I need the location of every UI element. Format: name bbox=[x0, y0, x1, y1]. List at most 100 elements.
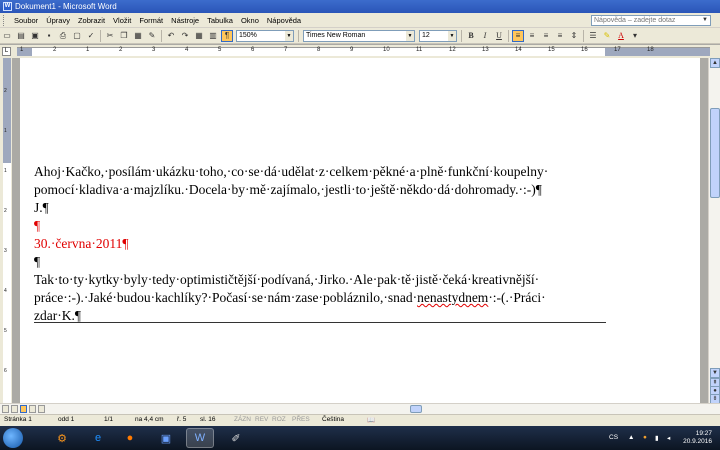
clock-time: 19:27 bbox=[695, 430, 712, 437]
menu-view[interactable]: Zobrazit bbox=[74, 16, 109, 25]
align-left-icon[interactable]: ≡ bbox=[512, 29, 524, 42]
toolbar-options-icon[interactable]: ▾ bbox=[629, 30, 641, 42]
normal-view-icon[interactable] bbox=[2, 405, 9, 413]
zoom-select[interactable]: 150% ▼ bbox=[236, 29, 294, 42]
web-layout-view-icon[interactable] bbox=[11, 405, 18, 413]
title-bar: W Dokument1 - Microsoft Word bbox=[0, 0, 720, 13]
new-document-icon[interactable]: ▭ bbox=[1, 30, 13, 42]
menu-table[interactable]: Tabulka bbox=[203, 16, 237, 25]
menu-window[interactable]: Okno bbox=[237, 16, 263, 25]
paint-icon[interactable]: ✐ bbox=[222, 428, 250, 448]
toolbar-separator bbox=[508, 29, 509, 42]
chevron-down-icon[interactable]: ▼ bbox=[285, 30, 293, 41]
status-overtype[interactable]: PŘES bbox=[292, 416, 310, 423]
tray-network-icon[interactable]: ▮ bbox=[655, 434, 659, 442]
settings-gear-icon[interactable]: ⚙ bbox=[48, 428, 76, 448]
status-track-changes[interactable]: REV bbox=[255, 416, 268, 423]
print-preview-icon[interactable]: ▢ bbox=[71, 30, 83, 42]
numbering-icon[interactable]: ☰ bbox=[587, 30, 599, 42]
justify-icon[interactable]: ≡ bbox=[554, 30, 566, 42]
clock-date: 20.9.2016 bbox=[683, 438, 712, 445]
columns-icon[interactable]: ▥ bbox=[207, 30, 219, 42]
document-line[interactable]: ¶ bbox=[34, 217, 604, 235]
underline-button[interactable]: U bbox=[493, 30, 505, 42]
menu-tools[interactable]: Nástroje bbox=[167, 16, 203, 25]
insert-table-icon[interactable]: ▦ bbox=[193, 30, 205, 42]
cut-icon[interactable]: ✂ bbox=[104, 30, 116, 42]
spelling-status-icon[interactable]: 📖 bbox=[367, 416, 375, 424]
vruler-mark: 2 bbox=[4, 88, 7, 94]
line-spacing-icon[interactable]: ⇕ bbox=[568, 30, 580, 42]
highlight-icon[interactable]: ✎ bbox=[601, 30, 613, 42]
firefox-icon[interactable]: ● bbox=[116, 428, 144, 448]
misspelled-word[interactable]: nenastydnem bbox=[417, 290, 488, 305]
document-line[interactable]: 30.·června·2011¶ bbox=[34, 235, 604, 253]
format-painter-icon[interactable]: ✎ bbox=[146, 30, 158, 42]
document-line[interactable]: práce·:-).·Jaké·budou·kachlíky?·Počasí·s… bbox=[34, 289, 604, 307]
help-search-input[interactable]: Nápověda – zadejte dotaz ▼ bbox=[591, 15, 711, 26]
menu-grip[interactable] bbox=[3, 14, 7, 26]
tray-volume-icon[interactable]: ◂ bbox=[667, 434, 670, 442]
horizontal-scroll-thumb[interactable] bbox=[410, 405, 422, 413]
help-search-placeholder: Nápověda – zadejte dotaz bbox=[594, 17, 676, 24]
save-icon[interactable]: ▣ bbox=[29, 30, 41, 42]
undo-icon[interactable]: ↶ bbox=[165, 30, 177, 42]
status-record[interactable]: ZÁZN bbox=[234, 416, 251, 423]
document-body[interactable]: Ahoj·Kačko,·posílám·ukázku·toho,·co·se·d… bbox=[34, 163, 604, 325]
outline-view-icon[interactable] bbox=[29, 405, 36, 413]
align-center-icon[interactable]: ≡ bbox=[526, 30, 538, 42]
permission-icon[interactable]: ▪ bbox=[43, 30, 55, 42]
spelling-icon[interactable]: ✓ bbox=[85, 30, 97, 42]
font-size-select[interactable]: 12 ▼ bbox=[419, 29, 457, 42]
document-line[interactable]: ¶ bbox=[34, 253, 604, 271]
word-taskbar-icon[interactable]: W bbox=[186, 428, 214, 448]
menu-format[interactable]: Formát bbox=[135, 16, 167, 25]
tray-arrow-icon[interactable]: ▲ bbox=[628, 434, 634, 441]
print-layout-view-icon[interactable] bbox=[20, 405, 27, 413]
document-line[interactable]: J.¶ bbox=[34, 199, 604, 217]
chevron-down-icon[interactable]: ▼ bbox=[702, 16, 708, 25]
formatting-toolbar: ▭ ▤ ▣ ▪ ⎙ ▢ ✓ ✂ ❐ ▦ ✎ ↶ ↷ ▦ ▥ ¶ 150% ▼ T… bbox=[0, 28, 720, 44]
floppy-save-icon[interactable]: ▣ bbox=[152, 428, 180, 448]
document-area[interactable]: Ahoj·Kačko,·posílám·ukázku·toho,·co·se·d… bbox=[12, 58, 708, 403]
font-name-select[interactable]: Times New Roman ▼ bbox=[303, 29, 415, 42]
paste-icon[interactable]: ▦ bbox=[132, 30, 144, 42]
open-folder-icon[interactable]: ▤ bbox=[15, 30, 27, 42]
show-formatting-button[interactable]: ¶ bbox=[221, 29, 233, 42]
scroll-up-icon[interactable]: ▲ bbox=[710, 58, 720, 68]
document-line[interactable]: Tak·to·ty·kytky·byly·tedy·optimističtějš… bbox=[34, 271, 604, 289]
chevron-down-icon[interactable]: ▼ bbox=[406, 30, 414, 41]
menu-edit[interactable]: Úpravy bbox=[42, 16, 74, 25]
vertical-ruler[interactable]: 2 1 1 2 3 4 5 6 bbox=[0, 58, 12, 403]
redo-icon[interactable]: ↷ bbox=[179, 30, 191, 42]
vertical-scrollbar[interactable]: ▲ ▼ ⇞ ● ⇟ bbox=[708, 58, 720, 404]
document-line[interactable]: pomocí·kladiva·a·majzlíku.·Docela·by·mě·… bbox=[34, 181, 604, 199]
align-right-icon[interactable]: ≡ bbox=[540, 30, 552, 42]
tray-clock[interactable]: 19:27 20.9.2016 bbox=[683, 430, 712, 446]
document-page[interactable]: Ahoj·Kačko,·posílám·ukázku·toho,·co·se·d… bbox=[20, 58, 700, 403]
internet-explorer-icon[interactable]: e bbox=[84, 428, 112, 448]
tray-app-icon[interactable]: ● bbox=[643, 434, 647, 441]
italic-button[interactable]: I bbox=[479, 30, 491, 42]
copy-icon[interactable]: ❐ bbox=[118, 30, 130, 42]
vruler-top-margin[interactable] bbox=[3, 58, 11, 163]
horizontal-scrollbar[interactable] bbox=[0, 403, 720, 414]
tab-selector-icon[interactable]: L bbox=[2, 47, 11, 56]
font-color-button[interactable]: A bbox=[615, 30, 627, 42]
reading-layout-view-icon[interactable] bbox=[38, 405, 45, 413]
menu-help[interactable]: Nápověda bbox=[263, 16, 305, 25]
chevron-down-icon[interactable]: ▼ bbox=[448, 30, 456, 41]
status-extend[interactable]: ROZ bbox=[272, 416, 286, 423]
menu-file[interactable]: Soubor bbox=[10, 16, 42, 25]
start-button[interactable] bbox=[3, 428, 23, 448]
input-language[interactable]: CS bbox=[609, 434, 618, 441]
print-icon[interactable]: ⎙ bbox=[57, 30, 69, 42]
scroll-down-icon[interactable]: ▼ bbox=[710, 368, 720, 378]
toolbar-separator bbox=[583, 29, 584, 42]
menu-insert[interactable]: Vložit bbox=[109, 16, 135, 25]
document-line[interactable]: Ahoj·Kačko,·posílám·ukázku·toho,·co·se·d… bbox=[34, 163, 604, 181]
bold-button[interactable]: B bbox=[465, 30, 477, 42]
status-column: sl. 16 bbox=[200, 416, 216, 423]
vertical-scroll-thumb[interactable] bbox=[710, 108, 720, 198]
horizontal-ruler[interactable]: L 1 2 1 2 3 4 5 6 7 8 9 10 11 12 13 14 15 16 17 18 bbox=[0, 45, 720, 58]
